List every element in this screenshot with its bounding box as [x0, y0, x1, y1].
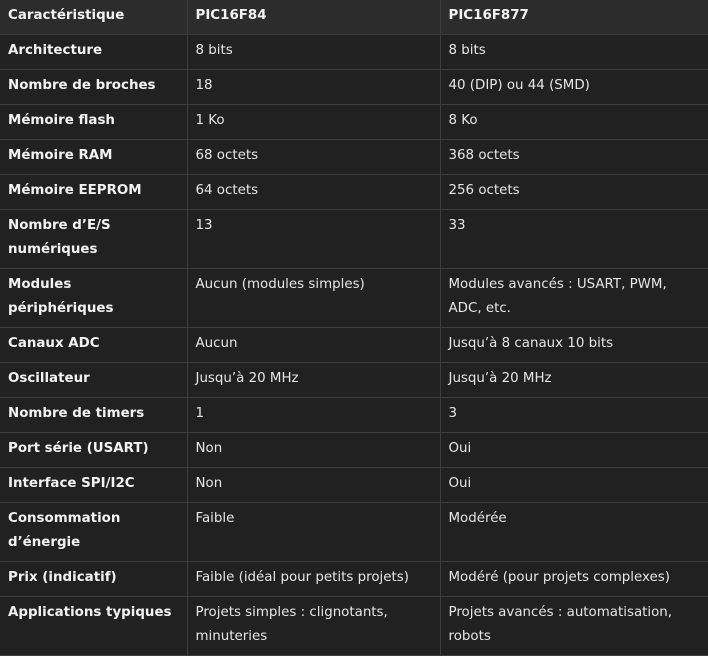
table-row: Consommation d’énergie Faible Modérée [0, 502, 708, 562]
table-row: Nombre de timers 1 3 [0, 397, 708, 433]
row-label: Consommation d’énergie [0, 502, 188, 562]
row-label: Mémoire RAM [0, 139, 188, 175]
cell-pic16f84: Faible [187, 502, 441, 562]
cell-pic16f84: Aucun (modules simples) [187, 268, 441, 328]
cell-pic16f84: Aucun [187, 327, 441, 363]
row-label: Port série (USART) [0, 432, 188, 468]
table-row: Modules périphériques Aucun (modules simp… [0, 268, 708, 328]
table-row: Mémoire RAM 68 octets 368 octets [0, 139, 708, 175]
cell-pic16f877: 3 [440, 397, 708, 433]
cell-pic16f877: Modérée [440, 502, 708, 562]
cell-pic16f877: Projets avancés : automatisation, robots [440, 596, 708, 656]
row-label: Applications typiques [0, 596, 188, 656]
table-row: Nombre d’E/S numériques 13 33 [0, 209, 708, 269]
cell-pic16f84: 1 Ko [187, 104, 441, 140]
cell-pic16f84: 18 [187, 69, 441, 105]
table-row: Port série (USART) Non Oui [0, 432, 708, 468]
table-header: Caractéristique PIC16F84 PIC16F877 [0, 0, 708, 35]
cell-pic16f877: Modéré (pour projets complexes) [440, 561, 708, 597]
cell-pic16f84: 68 octets [187, 139, 441, 175]
cell-pic16f877: Oui [440, 432, 708, 468]
table-row: Applications typiques Projets simples : c… [0, 596, 708, 656]
header-cell-feature: Caractéristique [0, 0, 188, 35]
row-label: Mémoire flash [0, 104, 188, 140]
table-row: Canaux ADC Aucun Jusqu’à 8 canaux 10 bits [0, 327, 708, 363]
cell-pic16f877: 33 [440, 209, 708, 269]
cell-pic16f84: Non [187, 432, 441, 468]
cell-pic16f84: Projets simples : clignotants, minuterie… [187, 596, 441, 656]
table-row: Nombre de broches 18 40 (DIP) ou 44 (SMD) [0, 69, 708, 105]
table-row: Mémoire EEPROM 64 octets 256 octets [0, 174, 708, 210]
row-label: Mémoire EEPROM [0, 174, 188, 210]
row-label: Nombre d’E/S numériques [0, 209, 188, 269]
cell-pic16f877: Jusqu’à 20 MHz [440, 362, 708, 398]
cell-pic16f877: 40 (DIP) ou 44 (SMD) [440, 69, 708, 105]
table-row: Mémoire flash 1 Ko 8 Ko [0, 104, 708, 140]
cell-pic16f84: 8 bits [187, 34, 441, 70]
table-row: Prix (indicatif) Faible (idéal pour petit… [0, 561, 708, 597]
cell-pic16f877: Modules avancés : USART, PWM, ADC, etc. [440, 268, 708, 328]
header-cell-pic16f877: PIC16F877 [440, 0, 708, 35]
cell-pic16f877: 368 octets [440, 139, 708, 175]
table-row: Interface SPI/I2C Non Oui [0, 467, 708, 503]
row-label: Architecture [0, 34, 188, 70]
cell-pic16f84: Non [187, 467, 441, 503]
row-label: Prix (indicatif) [0, 561, 188, 597]
row-label: Modules périphériques [0, 268, 188, 328]
cell-pic16f877: Oui [440, 467, 708, 503]
table-row: Oscillateur Jusqu’à 20 MHz Jusqu’à 20 MHz [0, 362, 708, 398]
table-body: Architecture 8 bits 8 bits Nombre de broch… [0, 34, 708, 656]
row-label: Canaux ADC [0, 327, 188, 363]
cell-pic16f84: 64 octets [187, 174, 441, 210]
cell-pic16f877: Jusqu’à 8 canaux 10 bits [440, 327, 708, 363]
cell-pic16f84: Faible (idéal pour petits projets) [187, 561, 441, 597]
row-label: Nombre de broches [0, 69, 188, 105]
comparison-table: Caractéristique PIC16F84 PIC16F877 Archi… [0, 0, 708, 656]
header-cell-pic16f84: PIC16F84 [187, 0, 441, 35]
table-row: Architecture 8 bits 8 bits [0, 34, 708, 70]
cell-pic16f877: 256 octets [440, 174, 708, 210]
row-label: Interface SPI/I2C [0, 467, 188, 503]
cell-pic16f84: 13 [187, 209, 441, 269]
cell-pic16f84: Jusqu’à 20 MHz [187, 362, 441, 398]
cell-pic16f84: 1 [187, 397, 441, 433]
row-label: Nombre de timers [0, 397, 188, 433]
header-row: Caractéristique PIC16F84 PIC16F877 [0, 0, 708, 35]
cell-pic16f877: 8 Ko [440, 104, 708, 140]
cell-pic16f877: 8 bits [440, 34, 708, 70]
row-label: Oscillateur [0, 362, 188, 398]
